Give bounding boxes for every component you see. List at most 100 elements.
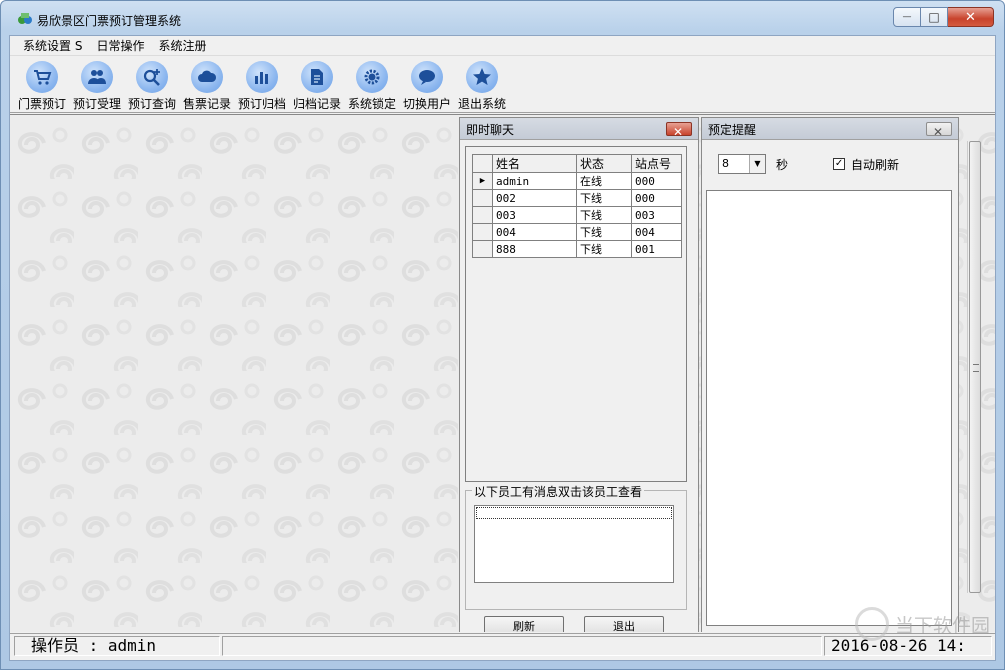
cell-name[interactable]: 003	[492, 206, 577, 224]
message-group-label: 以下员工有消息双击该员工查看	[472, 483, 645, 500]
toolbar-button-ticket-booking[interactable]: 门票预订	[14, 61, 70, 113]
gear-icon	[364, 69, 380, 85]
toolbar-button-system-lock[interactable]: 系统锁定	[344, 61, 400, 113]
bar-chart-icon	[255, 72, 268, 84]
close-icon: ✕	[933, 125, 944, 139]
refresh-button[interactable]: 刷新	[484, 616, 564, 632]
toolbar-label: 预订归档	[237, 97, 286, 111]
row-indicator	[472, 206, 493, 224]
interval-value: 8	[722, 157, 729, 170]
cell-name[interactable]: 002	[492, 189, 577, 207]
scrollbar-thumb[interactable]	[969, 141, 981, 593]
checkmark-icon: ✓	[834, 158, 844, 169]
app-window: 易欣景区门票预订管理系统 — □ ✕ 系统设置 S 日常操作 系统注册 门票预订…	[0, 0, 1005, 670]
auto-refresh-label[interactable]: 自动刷新	[851, 156, 899, 173]
interval-select[interactable]: 8 ▼	[718, 154, 766, 174]
toolbar-button-exit-system[interactable]: 退出系统	[454, 61, 510, 113]
minimize-button[interactable]: —	[893, 7, 921, 27]
toolbar-label: 预订受理	[72, 97, 121, 111]
user-grid-panel: 姓名 状态 站点号 ▶ admin 在线 000 002 下线 000 003 …	[465, 146, 687, 482]
column-header-name[interactable]: 姓名	[492, 154, 577, 173]
cell-site[interactable]: 001	[631, 240, 682, 258]
toolbar-label: 门票预订	[17, 97, 66, 111]
row-indicator	[472, 240, 493, 258]
watermark: 当下软件园	[854, 607, 990, 641]
reminder-controls: 8 ▼ 秒 ✓ 自动刷新	[718, 154, 899, 174]
mdi-workspace: 即时聊天 ✕ 姓名 状态 站点号 ▶ admin 在线 000 002 下线 0…	[10, 114, 995, 632]
star-icon	[473, 68, 491, 85]
users-icon	[88, 70, 106, 84]
vertical-scrollbar[interactable]	[967, 141, 981, 593]
column-header-site[interactable]: 站点号	[631, 154, 682, 173]
cell-name[interactable]: 888	[492, 240, 577, 258]
close-icon: ✕	[965, 9, 976, 25]
cell-name[interactable]: admin	[492, 172, 577, 190]
cell-status[interactable]: 下线	[576, 240, 632, 258]
table-row[interactable]: 003 下线 003	[472, 206, 682, 224]
chat-title-bar[interactable]: 即时聊天 ✕	[460, 118, 698, 140]
status-operator: 操作员 : admin	[14, 636, 220, 656]
title-bar[interactable]: 易欣景区门票预订管理系统 — □ ✕	[1, 1, 1004, 35]
cell-status[interactable]: 在线	[576, 172, 632, 190]
cart-icon	[34, 70, 52, 85]
message-employee-list[interactable]	[474, 505, 674, 583]
chevron-down-icon[interactable]: ▼	[749, 155, 765, 173]
table-row[interactable]: ▶ admin 在线 000	[472, 172, 682, 190]
message-group: 以下员工有消息双击该员工查看	[465, 483, 687, 610]
search-icon	[143, 69, 160, 86]
menu-daily-operations[interactable]: 日常操作	[89, 37, 151, 55]
status-message-panel	[222, 636, 822, 656]
cell-site[interactable]: 004	[631, 223, 682, 241]
row-indicator-header	[472, 154, 493, 173]
toolbar-button-booking-accept[interactable]: 预订受理	[69, 61, 125, 113]
chat-title: 即时聊天	[466, 123, 515, 137]
table-row[interactable]: 002 下线 000	[472, 189, 682, 207]
reminder-list[interactable]	[706, 190, 952, 626]
toolbar-label: 售票记录	[182, 97, 231, 111]
reminder-title: 预定提醒	[708, 123, 757, 137]
minimize-icon: —	[902, 12, 912, 22]
reminder-close-button[interactable]: ✕	[926, 122, 952, 139]
reminder-window: 预定提醒 ✕ 8 ▼ 秒 ✓ 自动刷新	[701, 117, 959, 632]
column-header-status[interactable]: 状态	[576, 154, 632, 173]
toolbar: 门票预订 预订受理 预订查询 售票记录 预订归档 归档记录 系统锁定 切换用户 …	[10, 57, 995, 113]
close-button[interactable]: ✕	[948, 7, 994, 27]
toolbar-label: 切换用户	[402, 97, 451, 111]
document-icon	[311, 69, 323, 85]
interval-unit-label: 秒	[776, 157, 789, 172]
auto-refresh-checkbox[interactable]: ✓	[833, 158, 846, 170]
cell-site[interactable]: 003	[631, 206, 682, 224]
cell-status[interactable]: 下线	[576, 206, 632, 224]
cell-status[interactable]: 下线	[576, 189, 632, 207]
maximize-icon: □	[928, 10, 940, 24]
menu-bar: 系统设置 S 日常操作 系统注册	[10, 36, 995, 56]
toolbar-button-booking-archive[interactable]: 预订归档	[234, 61, 290, 113]
toolbar-label: 系统锁定	[347, 97, 396, 111]
toolbar-label: 退出系统	[457, 97, 506, 111]
close-icon: ✕	[673, 125, 684, 139]
maximize-button[interactable]: □	[921, 7, 948, 27]
cell-status[interactable]: 下线	[576, 223, 632, 241]
reminder-title-bar[interactable]: 预定提醒 ✕	[702, 118, 958, 140]
toolbar-button-switch-user[interactable]: 切换用户	[399, 61, 455, 113]
chat-close-button[interactable]: ✕	[666, 122, 692, 139]
cell-site[interactable]: 000	[631, 189, 682, 207]
table-row[interactable]: 888 下线 001	[472, 240, 682, 258]
toolbar-button-sales-records[interactable]: 售票记录	[179, 61, 235, 113]
cell-site[interactable]: 000	[631, 172, 682, 190]
table-row[interactable]: 004 下线 004	[472, 223, 682, 241]
row-indicator	[472, 189, 493, 207]
watermark-text: 当下软件园	[894, 614, 990, 637]
app-logo-icon	[18, 13, 32, 24]
cell-name[interactable]: 004	[492, 223, 577, 241]
toolbar-label: 预订查询	[127, 97, 176, 111]
menu-system-register[interactable]: 系统注册	[151, 37, 213, 55]
chat-bubble-icon	[419, 70, 435, 85]
list-focus-rect	[476, 507, 672, 519]
menu-system-settings[interactable]: 系统设置 S	[16, 37, 89, 55]
chat-window: 即时聊天 ✕ 姓名 状态 站点号 ▶ admin 在线 000 002 下线 0…	[459, 117, 699, 632]
toolbar-button-archive-records[interactable]: 归档记录	[289, 61, 345, 113]
toolbar-button-booking-query[interactable]: 预订查询	[124, 61, 180, 113]
exit-chat-button[interactable]: 退出	[584, 616, 664, 632]
scrollbar-grip-icon	[973, 364, 979, 372]
